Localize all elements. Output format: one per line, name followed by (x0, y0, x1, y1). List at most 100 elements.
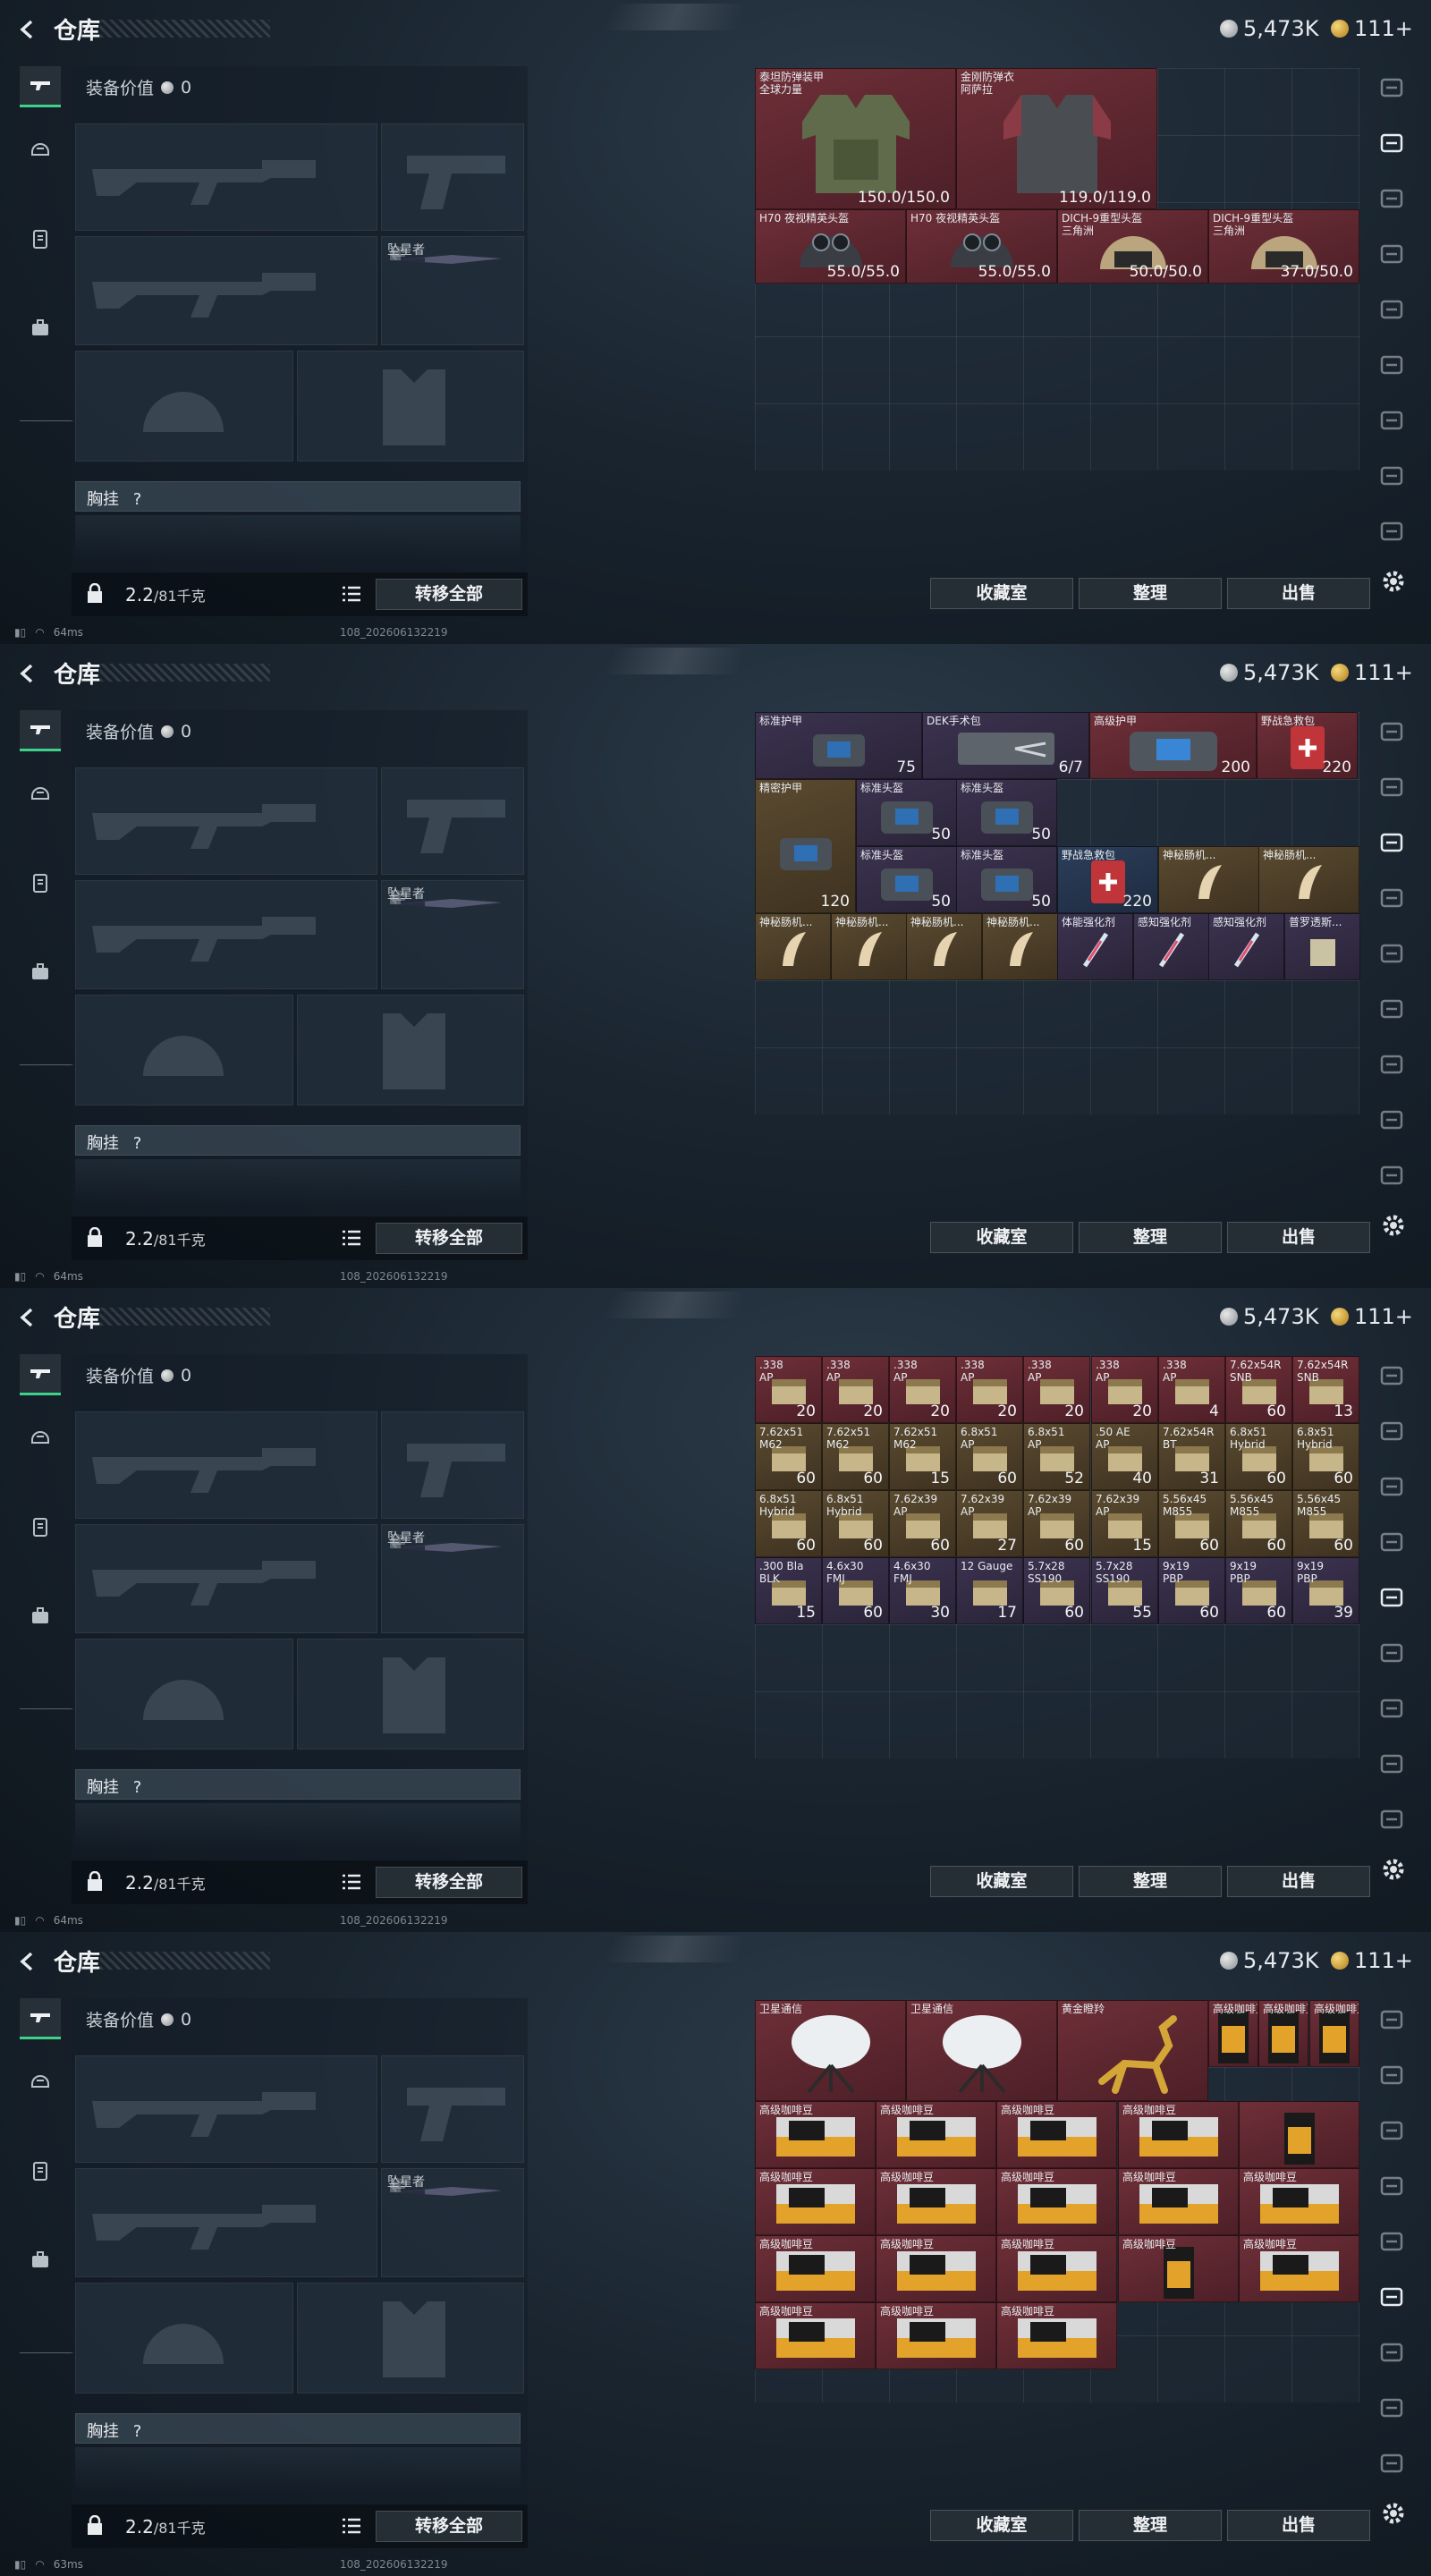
inventory-item[interactable]: DEK手术包 6/7 (922, 712, 1089, 779)
inventory-item[interactable]: 精密护甲 120 (755, 779, 856, 913)
sort-button[interactable]: 整理 (1079, 2510, 1222, 2541)
primary-weapon-slot[interactable] (75, 767, 377, 875)
category-camera-button[interactable] (1372, 989, 1411, 1029)
category-tag-button[interactable] (1372, 2444, 1411, 2483)
secondary-weapon-slot[interactable] (75, 2168, 377, 2277)
armor-slot[interactable] (297, 1639, 524, 1750)
category-armor-button[interactable] (1372, 823, 1411, 862)
category-tag-button[interactable] (1372, 1156, 1411, 1195)
inventory-item[interactable]: 高级咖啡豆 (755, 2168, 876, 2235)
chest-rig-slot[interactable]: 胸挂 ? (75, 2413, 521, 2444)
category-ammo-button[interactable] (1372, 401, 1411, 440)
tab-vest[interactable] (20, 1506, 61, 1547)
category-folder-button[interactable] (1372, 2222, 1411, 2261)
inventory-item[interactable]: 5.56x45 M855 60 (1225, 1490, 1292, 1557)
category-ammo-button[interactable] (1372, 878, 1411, 918)
list-icon[interactable] (342, 1874, 361, 1890)
inventory-item[interactable]: 高级咖啡豆 (1118, 2168, 1239, 2235)
sell-button[interactable]: 出售 (1227, 1866, 1370, 1897)
chest-rig-help[interactable]: ? (133, 1134, 142, 1153)
inventory-item[interactable]: 5.56x45 M855 60 (1292, 1490, 1359, 1557)
inventory-item[interactable]: H70 夜视精英头盔 55.0/55.0 (755, 209, 906, 284)
gold-currency[interactable]: 111+ (1331, 14, 1413, 43)
inventory-item[interactable]: .338 AP 20 (755, 1356, 822, 1423)
chest-rig-help[interactable]: ? (133, 490, 142, 509)
inventory-item[interactable]: 7.62x54R BT 31 (1158, 1423, 1225, 1490)
inventory-item[interactable]: 高级咖啡豆 (876, 2168, 996, 2235)
inventory-item[interactable]: 泰坦防弹装甲 全球力量 150.0/150.0 (755, 68, 956, 209)
inventory-item[interactable]: 感知强化剂 (1208, 913, 1284, 980)
inventory-item[interactable]: .50 AE AP 40 (1091, 1423, 1158, 1490)
collection-button[interactable]: 收藏室 (930, 1222, 1073, 1253)
inventory-item[interactable]: .338 AP 4 (1158, 1356, 1225, 1423)
inventory-item[interactable]: 高级咖啡豆 (755, 2101, 876, 2168)
category-ammo-button[interactable] (1372, 2333, 1411, 2372)
tab-backpack[interactable] (20, 952, 61, 993)
list-icon[interactable] (342, 1230, 361, 1246)
inventory-item[interactable]: 神秘肠机... (755, 913, 831, 980)
inventory-item[interactable]: 高级咖啡豆 (996, 2168, 1117, 2235)
chest-rig-slot[interactable]: 胸挂 ? (75, 1125, 521, 1156)
inventory-item[interactable]: 高级咖啡豆 (996, 2235, 1117, 2302)
inventory-item[interactable]: 普罗透斯... (1284, 913, 1360, 980)
category-armor-button[interactable] (1372, 2111, 1411, 2150)
category-ammo-button[interactable] (1372, 2166, 1411, 2206)
inventory-item[interactable]: 标准护甲 75 (755, 712, 922, 779)
back-button[interactable] (13, 1302, 43, 1333)
inventory-item[interactable]: .338 AP 20 (889, 1356, 956, 1423)
inventory-item[interactable]: 神秘肠机... (906, 913, 982, 980)
tab-backpack[interactable] (20, 1596, 61, 1637)
inventory-item[interactable]: 7.62x39 AP 60 (1023, 1490, 1090, 1557)
armor-slot[interactable] (297, 2283, 524, 2394)
inventory-item[interactable]: 7.62x54R SNB 13 (1292, 1356, 1359, 1423)
collection-button[interactable]: 收藏室 (930, 1866, 1073, 1897)
melee-slot[interactable]: 坠星者 (381, 236, 524, 345)
inventory-item[interactable]: 高级咖啡豆 (755, 2302, 876, 2369)
category-vest-button[interactable] (1372, 767, 1411, 807)
category-tag-button[interactable] (1372, 1744, 1411, 1784)
inventory-item[interactable]: 7.62x51 M62 60 (755, 1423, 822, 1490)
chest-rig-help[interactable]: ? (133, 2422, 142, 2441)
tab-helmet[interactable] (20, 1417, 61, 1458)
category-camera-button[interactable] (1372, 345, 1411, 385)
helmet-slot[interactable] (75, 2283, 293, 2394)
inventory-item[interactable]: 神秘肠机... (831, 913, 907, 980)
inventory-item[interactable]: 黄金瞪羚 (1057, 2000, 1208, 2101)
category-helmet-button[interactable] (1372, 1356, 1411, 1395)
inventory-item[interactable]: 7.62x39 AP 27 (956, 1490, 1023, 1557)
gold-currency[interactable]: 111+ (1331, 1946, 1413, 1975)
category-ammo-button[interactable] (1372, 1045, 1411, 1084)
transfer-all-button[interactable]: 转移全部 (376, 1223, 522, 1254)
secondary-weapon-slot[interactable] (75, 1524, 377, 1633)
category-vest-button[interactable] (1372, 2055, 1411, 2095)
inventory-item[interactable]: .338 AP 20 (1091, 1356, 1158, 1423)
sort-button[interactable]: 整理 (1079, 578, 1222, 609)
back-button[interactable] (13, 658, 43, 689)
inventory-item[interactable]: 标准头盔 50 (856, 846, 957, 913)
inventory-item[interactable]: 金刚防弹衣 阿萨拉 119.0/119.0 (956, 68, 1157, 209)
silver-currency[interactable]: 5,473K (1220, 14, 1318, 43)
transfer-all-button[interactable]: 转移全部 (376, 1867, 522, 1898)
tab-weapons[interactable] (20, 1354, 61, 1395)
inventory-item[interactable]: 7.62x54R SNB 60 (1225, 1356, 1292, 1423)
inventory-item[interactable]: 高级咖啡豆 (755, 2235, 876, 2302)
tab-helmet[interactable] (20, 773, 61, 814)
inventory-item[interactable]: 标准头盔 50 (856, 779, 957, 846)
category-tag-button[interactable] (1372, 1100, 1411, 1140)
tab-backpack[interactable] (20, 308, 61, 349)
inventory-item[interactable]: 神秘肠机... (982, 913, 1058, 980)
category-vest-button[interactable] (1372, 123, 1411, 163)
helmet-slot[interactable] (75, 351, 293, 462)
tab-vest[interactable] (20, 862, 61, 903)
back-button[interactable] (13, 1946, 43, 1977)
gold-currency[interactable]: 111+ (1331, 658, 1413, 687)
category-ammo-button[interactable] (1372, 1522, 1411, 1562)
chest-rig-slot[interactable]: 胸挂 ? (75, 481, 521, 512)
category-camera-button[interactable] (1372, 2277, 1411, 2317)
inventory-item[interactable]: .338 AP 20 (1023, 1356, 1090, 1423)
inventory-item[interactable]: 9x19 PBP 60 (1225, 1557, 1292, 1624)
inventory-item[interactable]: 6.8x51 Hybrid 60 (1225, 1423, 1292, 1490)
inventory-item[interactable]: 7.62x51 M62 15 (889, 1423, 956, 1490)
inventory-item[interactable]: 野战急救包 220 (1257, 712, 1358, 779)
tab-weapons[interactable] (20, 66, 61, 107)
